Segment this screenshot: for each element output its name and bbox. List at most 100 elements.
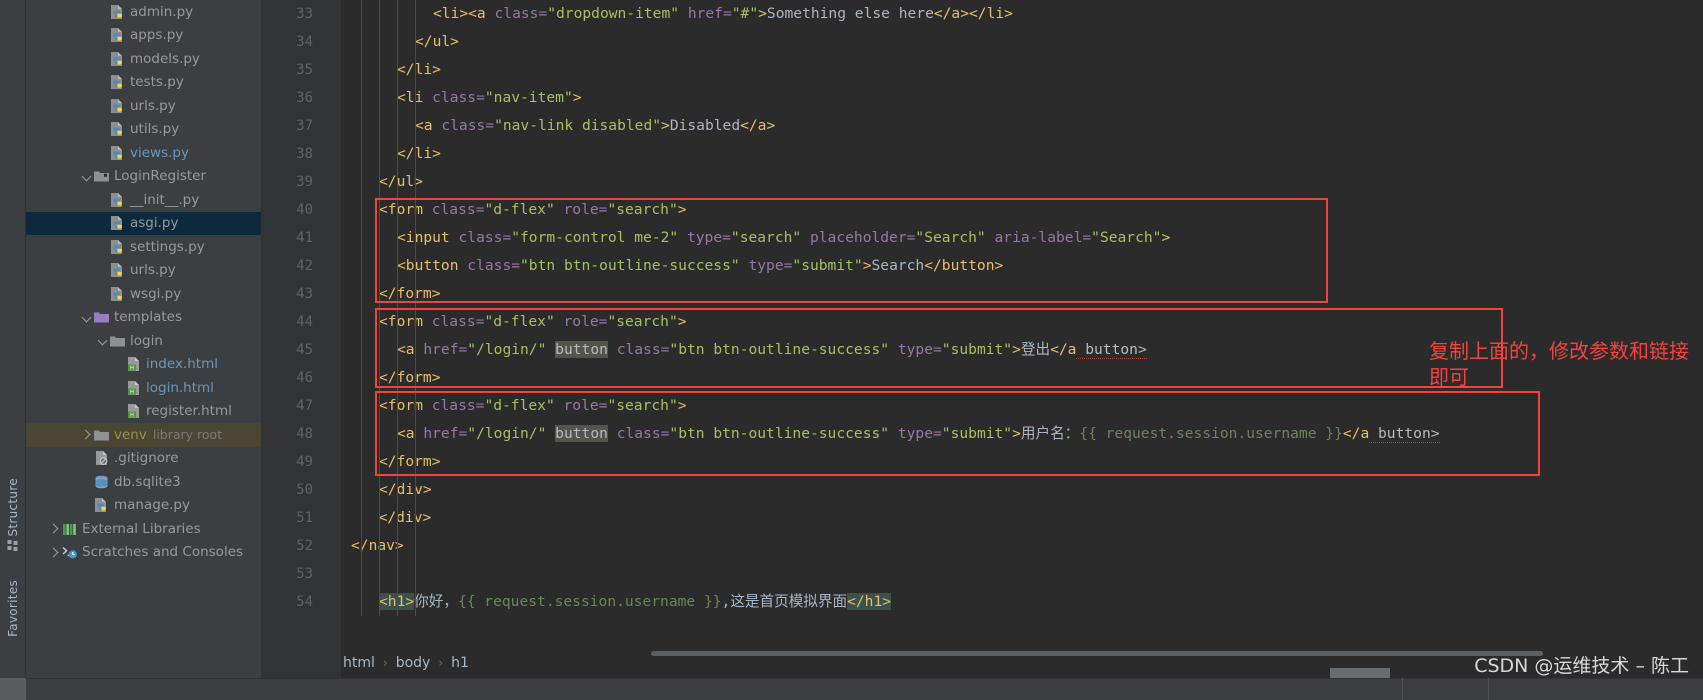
project-tree-panel[interactable]: admin.py apps.py models.py tests.py urls… <box>26 0 261 700</box>
breadcrumb-item-body[interactable]: body <box>394 655 433 671</box>
code-token: {{ request.session.username }} <box>457 593 722 610</box>
editor-horizontal-scrollbar[interactable] <box>651 651 1543 656</box>
code-line[interactable]: <form class="d-flex" role="search"> <box>341 392 687 420</box>
code-line[interactable]: </ul> <box>341 28 459 56</box>
tree-item-label: login.html <box>146 379 214 396</box>
line-number: 35 <box>296 62 313 78</box>
tree-item-scratches-and-consoles[interactable]: Scratches and Consoles <box>26 541 261 565</box>
code-token: class= <box>431 313 485 330</box>
code-line[interactable]: <li><a class="dropdown-item" href="#">So… <box>341 0 1013 28</box>
tree-item-register-html[interactable]: H register.html <box>26 400 261 424</box>
tree-item-suffix: library root <box>152 427 223 443</box>
python-file-icon <box>109 286 126 302</box>
code-token: <form <box>379 397 432 414</box>
watermark: CSDN @运维技术 – 陈工 <box>1474 655 1689 677</box>
tree-item-external-libraries[interactable]: External Libraries <box>26 517 261 541</box>
code-line[interactable]: <button class="btn btn-outline-success" … <box>341 252 1003 280</box>
code-token: role= <box>563 397 608 414</box>
tree-item-urls-py[interactable]: urls.py <box>26 259 261 283</box>
line-number: 34 <box>296 34 313 50</box>
indent-guide <box>361 0 362 616</box>
structure-tool-button[interactable]: Structure <box>6 478 20 537</box>
chevron-right-icon[interactable] <box>48 546 61 559</box>
code-token: "search" <box>607 201 678 218</box>
code-line[interactable]: </li> <box>341 140 441 168</box>
tree-item-utils-py[interactable]: utils.py <box>26 118 261 142</box>
tree-item-gitignore[interactable]: .gitignore <box>26 447 261 471</box>
code-line[interactable]: <form class="d-flex" role="search"> <box>341 308 687 336</box>
code-token: </div> <box>379 481 432 498</box>
ide-window: Structure Favorites admin.py apps.py mod… <box>0 0 1703 700</box>
chevron-right-icon[interactable] <box>80 428 93 441</box>
breadcrumb-item-html[interactable]: html <box>341 655 377 671</box>
status-bar-chunk <box>1330 668 1390 678</box>
breadcrumb-item-h1[interactable]: h1 <box>449 655 471 671</box>
python-file-icon <box>109 215 126 231</box>
code-line[interactable]: </ul> <box>341 168 423 196</box>
code-line[interactable]: </li> <box>341 56 441 84</box>
code-line[interactable]: <h1>你好，{{ request.session.username }},这是… <box>341 588 892 616</box>
code-token: </a></li> <box>933 5 1013 22</box>
code-token: type= <box>686 229 731 246</box>
tree-item-db-sqlite3[interactable]: db.sqlite3 <box>26 470 261 494</box>
line-number: 49 <box>296 454 313 470</box>
code-line[interactable]: </form> <box>341 364 441 392</box>
favorites-tool-button[interactable]: Favorites <box>6 580 20 637</box>
code-token: </h1> <box>847 593 892 610</box>
chevron-down-icon[interactable] <box>80 170 93 183</box>
tree-item-asgi-py[interactable]: asgi.py <box>26 211 261 235</box>
code-line[interactable]: <a href="/login/" button class="btn btn-… <box>341 336 1147 364</box>
code-line[interactable]: </div> <box>341 476 432 504</box>
code-line[interactable]: <input class="form-control me-2" type="s… <box>341 224 1170 252</box>
tree-item-venv[interactable]: venv library root <box>26 423 261 447</box>
code-line[interactable]: <a class="nav-link disabled">Disabled</a… <box>341 112 775 140</box>
code-token: "Search" <box>915 229 995 246</box>
code-token: button> <box>1076 341 1147 359</box>
editor-gutter[interactable]: 33 34 35 36 37 38 39 40 41 42 43 44 45 46 47 48 49 50 51 52… <box>261 0 321 700</box>
chevron-down-icon[interactable] <box>80 311 93 324</box>
code-token: button <box>555 425 608 442</box>
tree-item-label: settings.py <box>130 238 205 255</box>
tree-item-index-html[interactable]: H index.html <box>26 353 261 377</box>
tree-item-wsgi-py[interactable]: wsgi.py <box>26 282 261 306</box>
code-line[interactable]: </form> <box>341 448 441 476</box>
tree-item-init-py[interactable]: __init__.py <box>26 188 261 212</box>
tree-item-templates[interactable]: templates <box>26 306 261 330</box>
line-number: 45 <box>296 342 313 358</box>
code-line[interactable]: <li class="nav-item"> <box>341 84 582 112</box>
line-number: 44 <box>296 314 313 330</box>
breadcrumb-separator: › <box>382 656 388 670</box>
code-token: </nav> <box>351 537 404 554</box>
tree-item-admin-py[interactable]: admin.py <box>26 0 261 24</box>
code-token: "search" <box>730 229 810 246</box>
tree-item-login-html[interactable]: H login.html <box>26 376 261 400</box>
code-line[interactable]: </nav> <box>341 532 404 560</box>
tree-item-loginregister[interactable]: LoginRegister <box>26 165 261 189</box>
code-line[interactable]: </div> <box>341 504 432 532</box>
tree-item-label: login <box>130 332 163 349</box>
tree-item-settings-py[interactable]: settings.py <box>26 235 261 259</box>
chevron-down-icon[interactable] <box>96 334 109 347</box>
code-line[interactable]: <a href="/login/" button class="btn btn-… <box>341 420 1440 448</box>
tree-item-login[interactable]: login <box>26 329 261 353</box>
code-line[interactable]: </form> <box>341 280 441 308</box>
tree-item-manage-py[interactable]: manage.py <box>26 494 261 518</box>
chevron-right-icon[interactable] <box>48 522 61 535</box>
tree-item-urls-py[interactable]: urls.py <box>26 94 261 118</box>
code-token: <button <box>397 257 468 274</box>
folder-icon <box>93 427 110 443</box>
code-line[interactable]: <form class="d-flex" role="search"> <box>341 196 687 224</box>
code-fold-strip[interactable] <box>321 0 404 700</box>
code-line[interactable] <box>341 560 361 588</box>
code-token: type= <box>897 425 942 442</box>
tree-item-models-py[interactable]: models.py <box>26 47 261 71</box>
html-file-icon: H <box>125 356 142 372</box>
code-token: > <box>661 117 670 134</box>
tree-item-views-py[interactable]: views.py <box>26 141 261 165</box>
tree-item-tests-py[interactable]: tests.py <box>26 71 261 95</box>
breadcrumb[interactable]: html › body › h1 <box>341 652 471 674</box>
tree-item-apps-py[interactable]: apps.py <box>26 24 261 48</box>
